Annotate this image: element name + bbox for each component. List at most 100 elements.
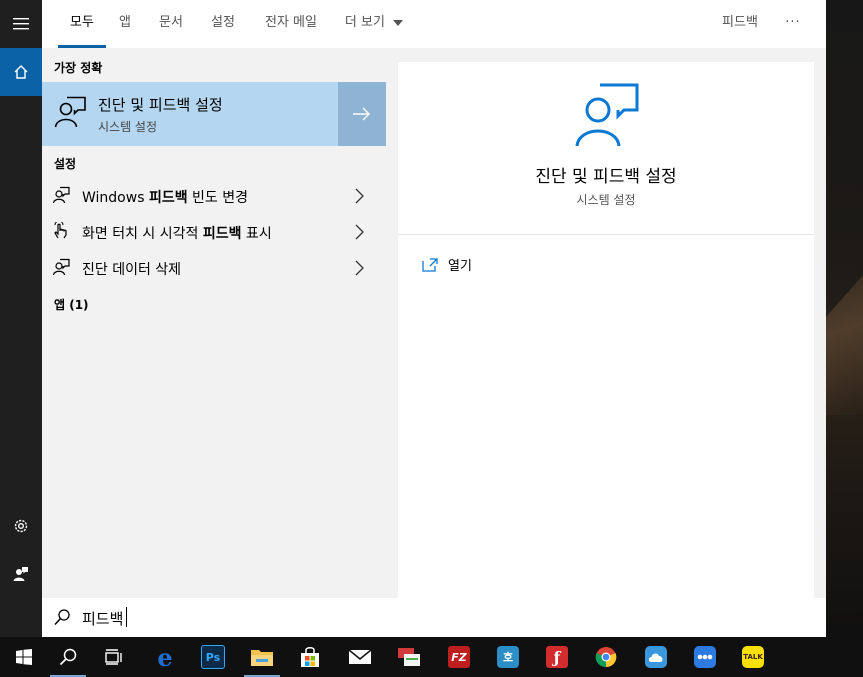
best-match-expand-button[interactable] — [338, 82, 386, 146]
more-options-button[interactable]: ··· — [778, 0, 808, 48]
taskbar-app-sticky[interactable] — [385, 637, 433, 677]
label-highlight: 피드백 — [148, 190, 188, 206]
preview-title: 진단 및 피드백 설정 — [535, 167, 677, 187]
settings-result-item[interactable]: 진단 데이터 삭제 — [42, 250, 386, 286]
feedback-link[interactable]: 피드백 — [714, 0, 766, 48]
best-match-subtitle: 시스템 설정 — [98, 120, 158, 134]
tab-all[interactable]: 모두 — [58, 0, 106, 48]
taskbar: e Ps FZ 호 ƒ TALK — [0, 637, 863, 677]
taskbar-app-photoshop[interactable]: Ps — [189, 637, 237, 677]
tab-email[interactable]: 전자 메일 — [258, 0, 324, 48]
search-box[interactable]: 피드백 — [42, 598, 826, 637]
taskbar-app-chrome[interactable] — [582, 637, 630, 677]
chevron-down-icon — [393, 19, 404, 26]
label-text: 표시 — [241, 226, 272, 242]
taskbar-app-onedrive[interactable] — [632, 637, 680, 677]
label-text: Windows — [82, 190, 149, 206]
tab-label: 더 보기 — [344, 15, 385, 30]
arrow-right-icon — [353, 107, 370, 121]
tab-settings[interactable]: 설정 — [204, 0, 242, 48]
search-icon — [59, 648, 77, 666]
home-icon — [14, 65, 28, 79]
taskbar-app-acrobat[interactable]: ƒ — [533, 637, 581, 677]
edge-icon: e — [157, 642, 173, 672]
tab-documents[interactable]: 문서 — [152, 0, 190, 48]
label-highlight: 피드백 — [202, 226, 242, 242]
folder-icon — [251, 650, 273, 666]
task-view-button[interactable] — [90, 637, 138, 677]
taskbar-search-button[interactable] — [44, 637, 92, 677]
tab-label: 모두 — [70, 15, 94, 30]
label-text: 화면 터치 시 시각적 — [82, 226, 203, 242]
feedback-settings-icon — [52, 258, 70, 276]
photoshop-icon: Ps — [201, 645, 225, 669]
taskbar-app-filezilla[interactable]: FZ — [435, 637, 483, 677]
chevron-right-icon — [355, 224, 364, 240]
tab-label: 전자 메일 — [265, 15, 317, 30]
settings-result-item[interactable]: 화면 터치 시 시각적 피드백 표시 — [42, 214, 386, 250]
taskbar-app-hwp[interactable]: 호 — [484, 637, 532, 677]
open-action[interactable]: 열기 — [422, 255, 472, 274]
taskbar-app-edge[interactable]: e — [141, 637, 189, 677]
taskbar-app-chat[interactable] — [681, 637, 729, 677]
feedback-hub-button[interactable] — [0, 550, 42, 598]
store-bag-icon — [301, 647, 319, 667]
chat-app-icon — [694, 646, 716, 668]
label-text: 진단 데이터 삭제 — [82, 262, 182, 278]
search-panel: 모두 앱 문서 설정 전자 메일 더 보기 피드백 ··· 가장 정확 진단 및… — [42, 0, 826, 637]
diagnostics-feedback-icon — [54, 96, 86, 128]
sticky-notes-icon — [398, 648, 420, 666]
tab-label: 문서 — [159, 15, 183, 30]
task-view-icon — [105, 649, 122, 665]
start-button[interactable] — [0, 637, 48, 677]
taskbar-app-mail[interactable] — [336, 637, 384, 677]
kakaotalk-icon: TALK — [742, 646, 764, 668]
settings-result-label: 진단 데이터 삭제 — [82, 259, 181, 279]
preview-pane: 진단 및 피드백 설정 시스템 설정 열기 — [398, 62, 814, 598]
best-match-item[interactable]: 진단 및 피드백 설정 시스템 설정 — [42, 82, 338, 146]
label-text: 빈도 변경 — [187, 190, 249, 206]
settings-button[interactable] — [0, 502, 42, 550]
taskbar-app-store[interactable] — [286, 637, 334, 677]
search-icon — [54, 609, 70, 626]
open-external-icon — [422, 257, 438, 272]
chevron-right-icon — [355, 188, 364, 204]
tab-label: 설정 — [211, 15, 235, 30]
settings-result-item[interactable]: Windows 피드백 빈도 변경 — [42, 178, 386, 214]
windows-logo-icon — [16, 649, 32, 665]
best-match-title: 진단 및 피드백 설정 — [98, 96, 223, 114]
tab-apps[interactable]: 앱 — [112, 0, 138, 48]
results-list: 가장 정확 진단 및 피드백 설정 시스템 설정 설정 Windows 피드백 … — [42, 48, 386, 598]
open-label: 열기 — [448, 259, 472, 274]
chevron-right-icon — [355, 260, 364, 276]
tab-more[interactable]: 더 보기 — [340, 0, 408, 48]
apps-section-heading[interactable]: 앱 (1) — [54, 296, 89, 313]
mountain-silhouette — [826, 275, 863, 415]
text-caret — [126, 607, 127, 627]
taskbar-app-kakaotalk[interactable]: TALK — [729, 637, 777, 677]
taskbar-app-file-explorer[interactable] — [238, 637, 286, 677]
settings-section-heading: 설정 — [54, 157, 77, 171]
hwp-icon: 호 — [497, 646, 519, 668]
user-feedback-icon — [13, 567, 28, 581]
feedback-link-label: 피드백 — [722, 15, 758, 30]
desktop-background — [826, 0, 863, 637]
mail-envelope-icon — [348, 649, 372, 664]
tab-label: 앱 — [119, 15, 131, 30]
hamburger-icon — [13, 18, 29, 30]
preview-divider — [398, 234, 814, 235]
feedback-settings-icon — [52, 186, 70, 204]
cloud-icon — [648, 653, 663, 662]
best-match-heading: 가장 정확 — [54, 61, 103, 75]
search-tabs: 모두 앱 문서 설정 전자 메일 더 보기 피드백 ··· — [42, 0, 826, 48]
hamburger-menu-button[interactable] — [0, 0, 42, 48]
acrobat-icon: ƒ — [546, 646, 568, 668]
diagnostics-feedback-large-icon — [575, 83, 639, 147]
settings-result-label: 화면 터치 시 시각적 피드백 표시 — [82, 223, 272, 243]
home-button[interactable] — [0, 48, 42, 96]
cloud-app-icon — [645, 646, 667, 668]
filezilla-icon: FZ — [448, 646, 470, 668]
search-input[interactable]: 피드백 — [82, 608, 123, 629]
settings-result-label: Windows 피드백 빈도 변경 — [82, 187, 248, 207]
more-options-label: ··· — [785, 15, 801, 30]
